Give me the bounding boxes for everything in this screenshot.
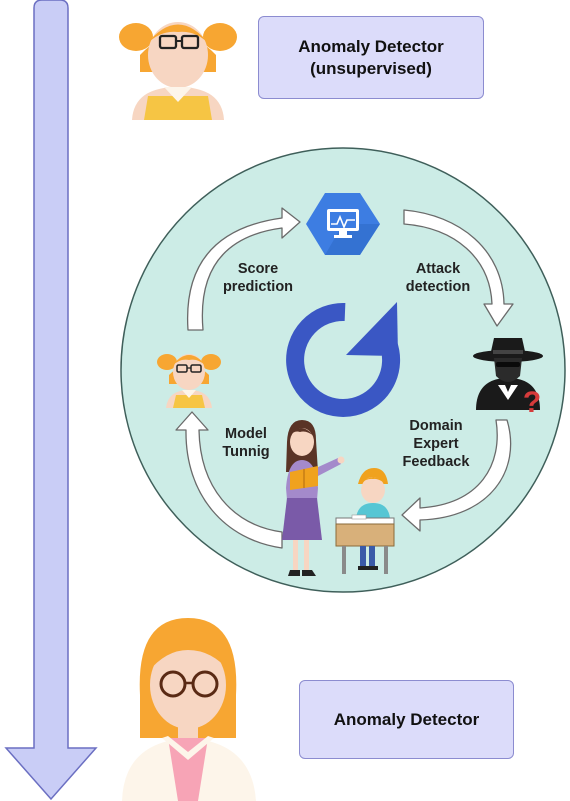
model-tuning-label: Model Tunnig [208,425,284,461]
domain-expert-feedback-label: Domain Expert Feedback [390,417,482,471]
score-prediction-line1: Score [237,261,279,277]
svg-text:?: ? [523,386,541,419]
anomaly-detector-box: Anomaly Detector [299,680,514,759]
domain-expert-feedback-line3: Feedback [402,454,470,470]
score-prediction-label: Score prediction [208,260,308,296]
score-prediction-line2: prediction [222,279,294,295]
anomaly-detector-unsupervised-box: Anomaly Detector (unsupervised) [258,16,484,99]
model-tuning-line2: Tunnig [222,444,270,460]
top-box-line2: (unsupervised) [310,58,432,78]
domain-expert-feedback-line2: Expert [413,436,459,452]
timeline-arrow [4,0,98,801]
child-avatar-top-icon [119,22,237,120]
attack-detection-line1: Attack [415,261,461,277]
model-tuning-line1: Model [225,426,267,442]
top-box-line1: Anomaly Detector [298,36,444,56]
adult-avatar-icon [122,618,256,801]
domain-expert-feedback-line1: Domain [409,418,463,434]
bottom-box-label: Anomaly Detector [333,709,480,729]
attack-detection-label: Attack detection [388,260,488,296]
attack-detection-line2: detection [405,279,471,295]
